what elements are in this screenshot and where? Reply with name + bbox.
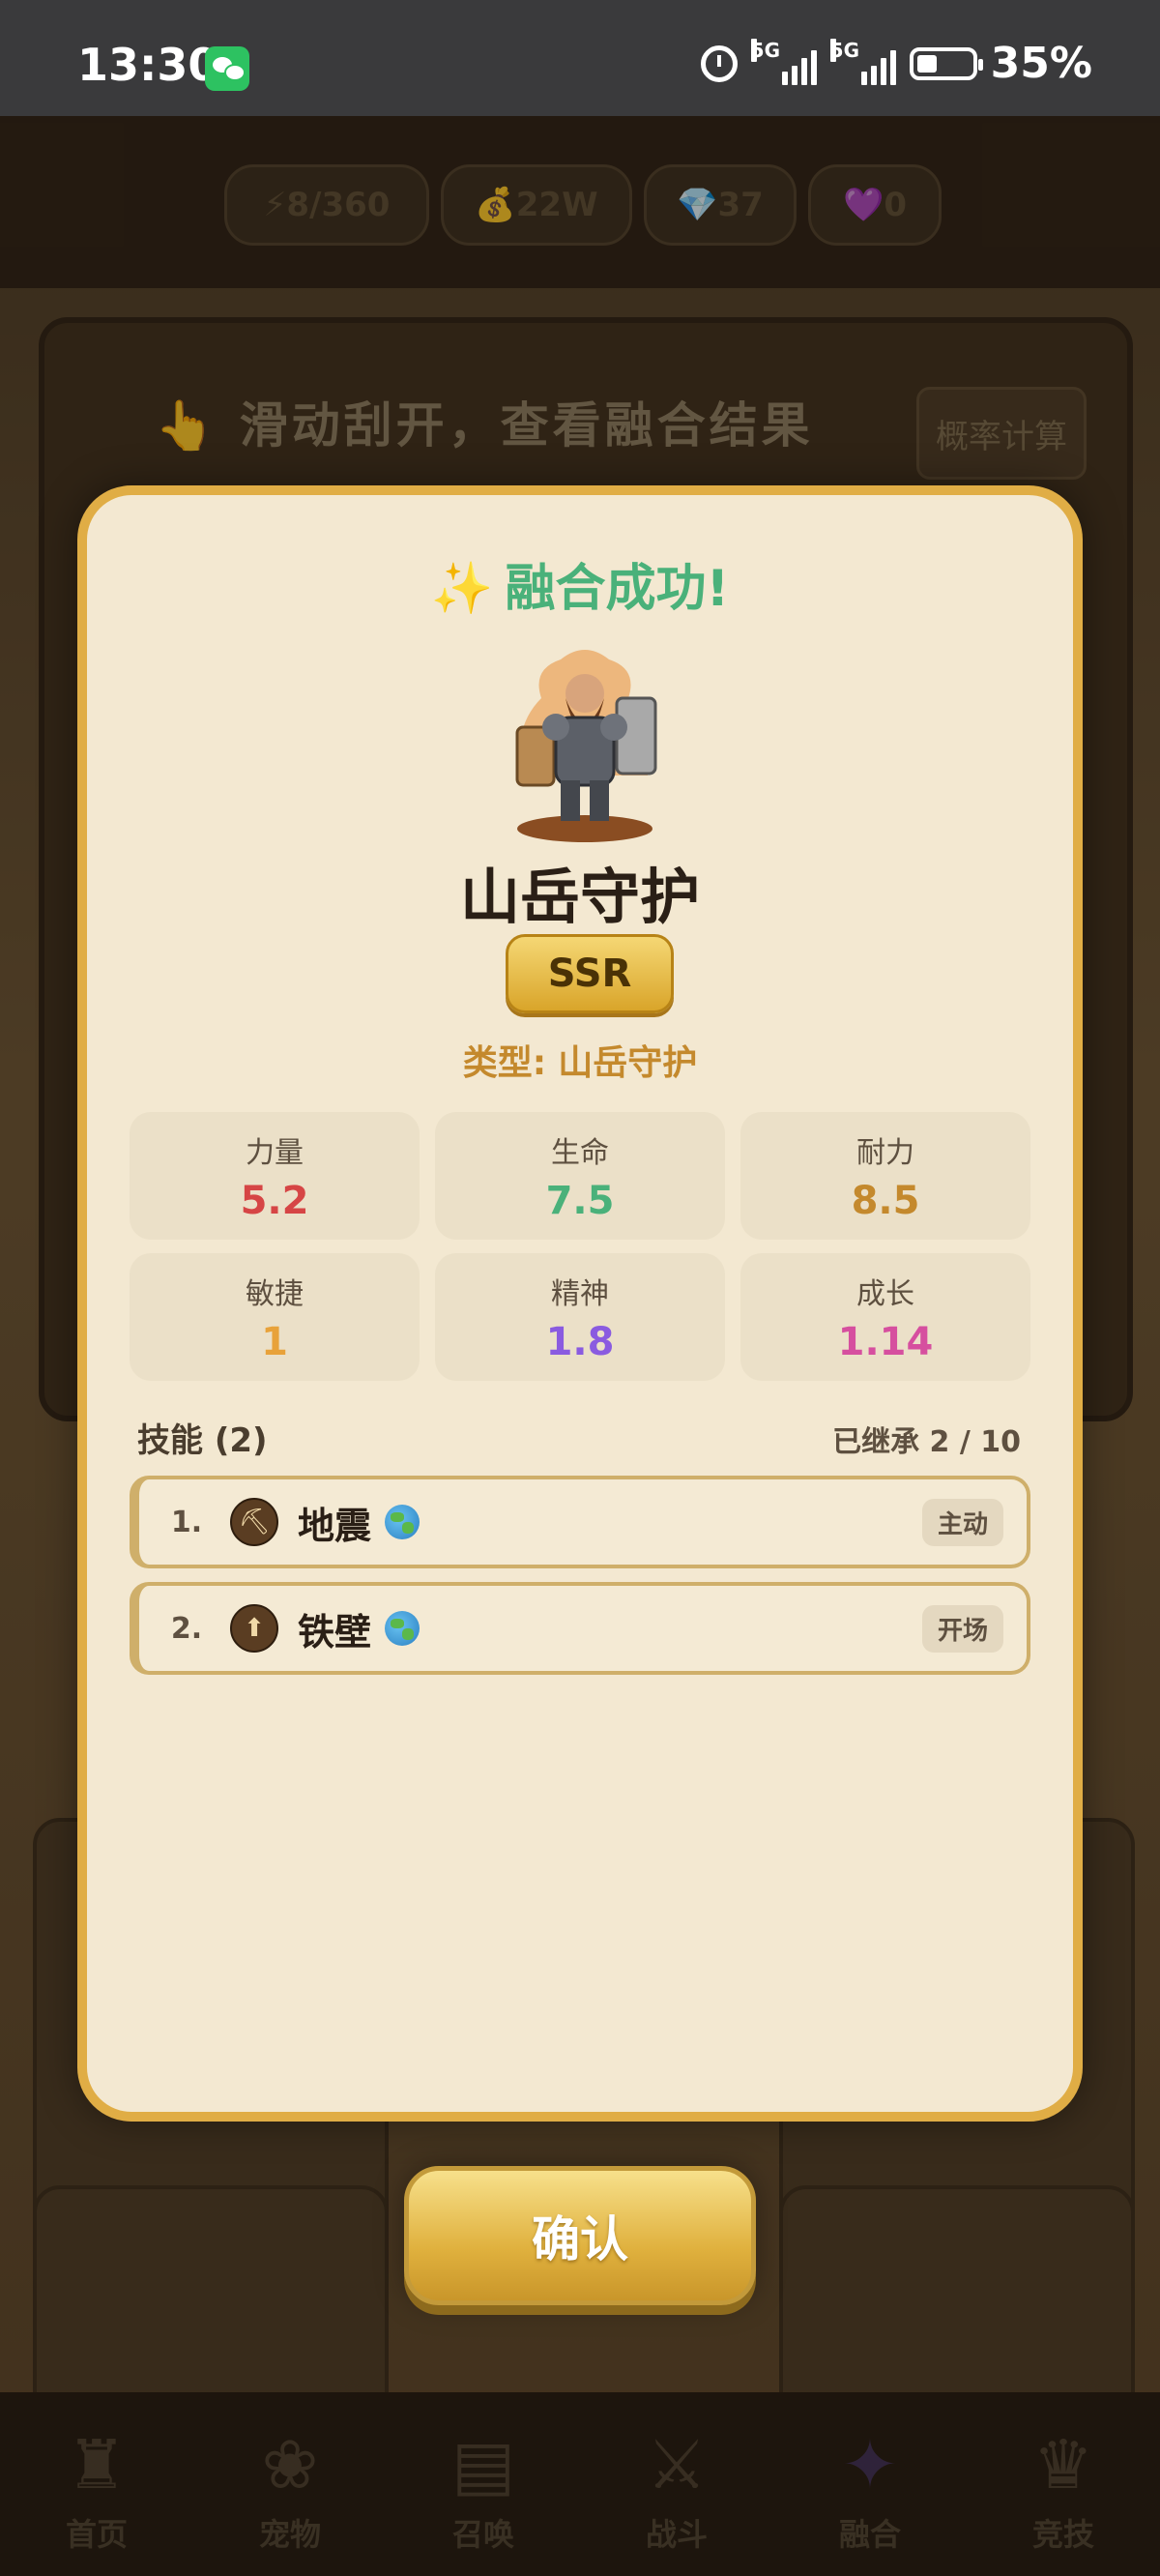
hero-type: 类型: 山岳守护 <box>462 1043 698 1083</box>
stats-grid: 力量 5.2 生命 7.5 耐力 8.5 敏捷 1 精神 1.8 成长 1.14 <box>130 1112 1030 1381</box>
wechat-icon <box>205 46 249 91</box>
battery-level: 35% <box>990 39 1092 88</box>
stat-agility: 敏捷 1 <box>130 1253 420 1381</box>
stat-health: 生命 7.5 <box>435 1112 725 1240</box>
alarm-icon <box>700 44 738 82</box>
skill-name: 铁壁 <box>298 1610 372 1654</box>
skill-name: 地震 <box>298 1504 372 1547</box>
sparkle-icon: ✨ <box>430 560 494 618</box>
stat-endurance: 耐力 8.5 <box>740 1112 1030 1240</box>
skills-heading: 技能 (2) <box>137 1421 268 1460</box>
stat-growth: 成长 1.14 <box>740 1253 1030 1381</box>
stat-strength: 力量 5.2 <box>130 1112 420 1240</box>
signal-icon: 5G <box>750 38 817 85</box>
skill-item[interactable]: 1. ⛏ 地震 主动 <box>130 1476 1030 1568</box>
hero-portrait <box>515 650 657 842</box>
inherited-count: 已继承 2 / 10 <box>832 1425 1021 1459</box>
globe-icon <box>385 1505 420 1539</box>
hero-name: 山岳守护 <box>459 862 700 932</box>
status-bar: 13:30 5G 5G 35% <box>0 0 1160 116</box>
success-title: ✨ 融合成功! <box>430 560 730 618</box>
skill-tag: 主动 <box>921 1498 1003 1546</box>
status-time: 13:30 <box>77 39 219 91</box>
rarity-badge: SSR <box>506 934 674 1013</box>
battery-icon <box>909 46 983 80</box>
skill-tag: 开场 <box>921 1604 1003 1653</box>
skill-item[interactable]: 2. ⬆ 铁壁 开场 <box>130 1582 1030 1675</box>
status-icons: 5G 5G 35% <box>700 38 1092 88</box>
globe-icon <box>385 1611 420 1646</box>
fusion-result-modal: ✨ 融合成功! 山岳守护 SSR 类型: 山岳守护 力量 5.2 生命 7.5 耐力… <box>77 485 1083 2122</box>
stat-spirit: 精神 1.8 <box>435 1253 725 1381</box>
confirm-button[interactable]: 确认 <box>404 2166 756 2305</box>
shield-arrow-icon: ⬆ <box>230 1604 278 1653</box>
pickaxe-icon: ⛏ <box>230 1498 278 1546</box>
signal-icon: 5G <box>829 38 896 85</box>
